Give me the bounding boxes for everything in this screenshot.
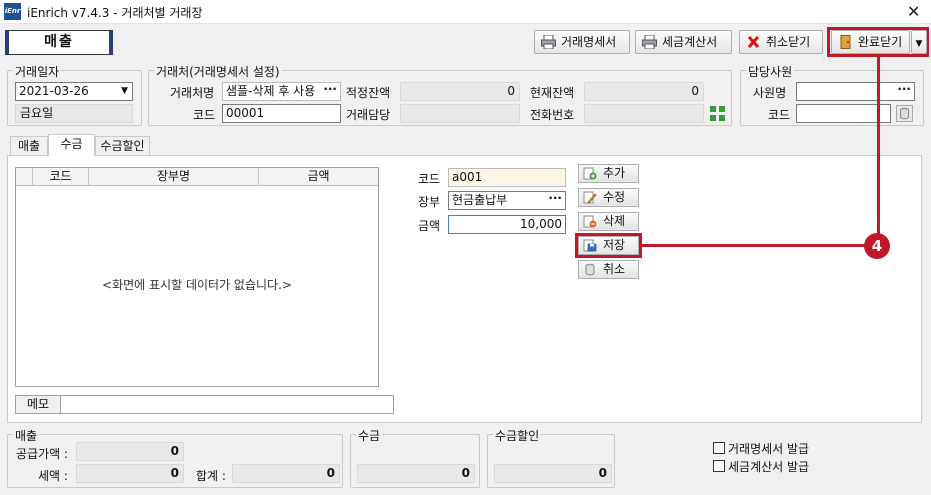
partner-name-input[interactable]: 샘플-삭제 후 사용 ··· <box>222 82 341 101</box>
caret-down-icon: ▼ <box>121 86 128 96</box>
printer-icon <box>642 35 657 49</box>
proper-balance-label: 적정잔액 <box>346 86 391 100</box>
memo-input[interactable] <box>60 395 394 414</box>
form-amount-input[interactable]: 10,000 <box>448 215 566 234</box>
delete-button-label: 삭제 <box>603 214 626 228</box>
partner-manager-value <box>400 104 520 123</box>
proper-balance-value: 0 <box>400 82 520 101</box>
current-balance-value: 0 <box>584 82 704 101</box>
tax-amount-label: 세액 : <box>38 469 68 483</box>
trade-date-value: 2021-03-26 <box>19 84 89 98</box>
form-code-input[interactable]: a001 <box>448 168 566 187</box>
tab-collection-discount[interactable]: 수금할인 <box>95 136 150 156</box>
discount-summary-value: 0 <box>494 464 612 483</box>
door-icon <box>840 35 851 49</box>
form-ledger-input[interactable]: 현금출납부 ··· <box>448 191 566 210</box>
app-logo-icon: iEnr <box>4 3 21 20</box>
tax-invoice-button-label: 세금계산서 <box>662 35 718 49</box>
statement-issue-checkbox[interactable] <box>713 442 725 454</box>
collection-summary-value: 0 <box>357 464 475 483</box>
memo-label: 메모 <box>15 395 61 414</box>
trade-date-picker[interactable]: 2021-03-26 ▼ <box>15 82 133 101</box>
partner-manager-label: 거래담당 <box>346 108 391 122</box>
sales-summary-title: 매출 <box>13 427 40 444</box>
grid-apps-icon[interactable] <box>709 105 726 122</box>
discount-summary-title: 수금할인 <box>493 427 542 444</box>
staff-group-title: 담당사원 <box>746 63 795 80</box>
cancel-button-label: 취소 <box>603 262 626 276</box>
add-icon <box>583 167 597 180</box>
trade-date-group-title: 거래일자 <box>13 63 62 80</box>
edit-button[interactable]: 수정 <box>578 188 639 207</box>
red-x-icon <box>747 35 760 49</box>
grid-col-ledger[interactable]: 장부명 <box>88 168 258 186</box>
complete-close-button-label: 완료닫기 <box>858 35 903 49</box>
floppy-disk-icon <box>583 239 597 252</box>
tab-collection[interactable]: 수금 <box>48 134 95 156</box>
weekday-display: 금요일 <box>15 104 133 123</box>
printer-icon <box>541 35 556 49</box>
partner-phone-value <box>584 104 704 123</box>
cancel-close-button-label: 취소닫기 <box>766 35 811 49</box>
edit-button-label: 수정 <box>603 190 626 204</box>
tab-sales[interactable]: 매출 <box>10 136 48 156</box>
current-balance-label: 현재잔액 <box>530 86 575 100</box>
statement-issue-label: 거래명세서 발급 <box>728 442 810 456</box>
callout-badge: 4 <box>864 233 890 259</box>
supply-amount-value: 0 <box>76 442 184 461</box>
callout-line-vertical <box>877 57 880 246</box>
add-button-label: 추가 <box>603 166 626 180</box>
tax-invoice-issue-label: 세금계산서 발급 <box>728 460 810 474</box>
statement-button-label: 거래명세서 <box>561 35 617 49</box>
save-button[interactable]: 저장 <box>578 236 639 255</box>
ellipsis-icon[interactable]: ··· <box>548 192 562 207</box>
complete-close-button[interactable]: 완료닫기 <box>831 30 910 54</box>
close-icon[interactable]: ✕ <box>907 2 920 21</box>
delete-button[interactable]: 삭제 <box>578 212 639 231</box>
pencil-icon <box>583 191 597 204</box>
total-amount-label: 합계 : <box>196 469 226 483</box>
statement-button[interactable]: 거래명세서 <box>534 30 630 54</box>
form-code-label: 코드 <box>418 172 441 186</box>
partner-group-title: 거래처(거래명세서 설정) <box>154 63 282 80</box>
sales-mode-button[interactable]: 매출 <box>5 30 113 55</box>
partner-name-value: 샘플-삭제 후 사용 <box>226 84 316 98</box>
grid-col-code[interactable]: 코드 <box>32 168 88 186</box>
partner-code-label: 코드 <box>193 108 216 122</box>
save-button-label: 저장 <box>603 238 626 252</box>
staff-code-label: 코드 <box>768 108 791 122</box>
tax-amount-value: 0 <box>76 464 184 483</box>
cancel-button[interactable]: 취소 <box>578 260 639 279</box>
cancel-close-button[interactable]: 취소닫기 <box>739 30 823 54</box>
grid-row-indicator-header <box>16 168 32 186</box>
partner-name-label: 거래처명 <box>170 86 215 100</box>
partner-code-input[interactable]: 00001 <box>222 104 341 123</box>
add-button[interactable]: 추가 <box>578 164 639 183</box>
form-amount-label: 금액 <box>418 219 441 233</box>
database-icon[interactable] <box>896 105 913 122</box>
tax-invoice-button[interactable]: 세금계산서 <box>635 30 732 54</box>
staff-name-label: 사원명 <box>753 86 787 100</box>
grid-header: 코드 장부명 금액 <box>16 168 378 186</box>
grid-empty-message: <화면에 표시할 데이터가 없습니다.> <box>102 278 292 292</box>
total-amount-value: 0 <box>232 464 340 483</box>
caret-down-icon: ▼ <box>915 39 923 49</box>
staff-name-input[interactable]: ··· <box>796 82 915 101</box>
partner-phone-label: 전화번호 <box>530 108 575 122</box>
supply-amount-label: 공급가액 : <box>16 447 69 461</box>
database-icon <box>585 263 595 276</box>
delete-icon <box>583 215 597 228</box>
tax-invoice-issue-checkbox[interactable] <box>713 460 725 472</box>
ellipsis-icon[interactable]: ··· <box>897 83 911 98</box>
collection-summary-title: 수금 <box>356 427 383 444</box>
ellipsis-icon[interactable]: ··· <box>321 83 337 98</box>
collection-grid[interactable]: 코드 장부명 금액 <화면에 표시할 데이터가 없습니다.> <box>15 167 379 387</box>
window-title: iEnrich v7.4.3 - 거래처별 거래장 <box>27 6 203 20</box>
grid-col-amount[interactable]: 금액 <box>258 168 378 186</box>
form-ledger-label: 장부 <box>418 195 441 209</box>
complete-close-dropdown[interactable]: ▼ <box>911 30 927 54</box>
callout-line-horizontal <box>642 244 866 247</box>
form-ledger-value: 현금출납부 <box>452 193 508 207</box>
